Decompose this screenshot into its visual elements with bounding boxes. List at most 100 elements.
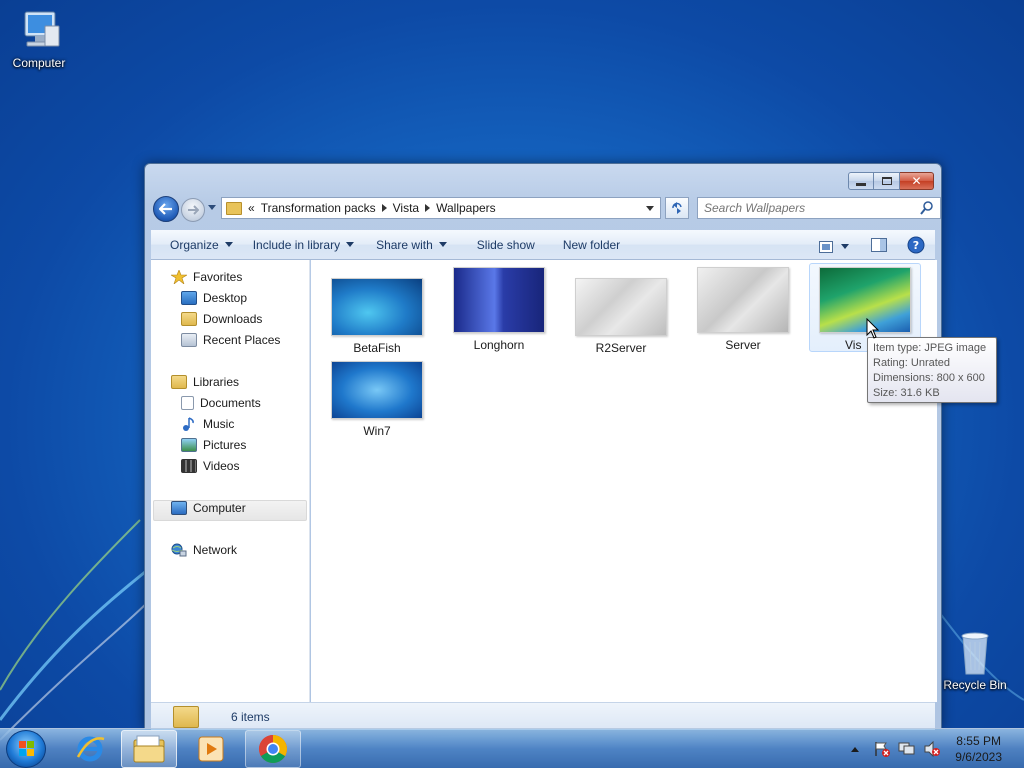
file-info-tooltip: Item type: JPEG image Rating: Unrated Di… [867, 337, 997, 403]
help-button[interactable]: ? [907, 236, 925, 257]
recycle-bin-icon [951, 630, 999, 676]
back-button[interactable] [153, 196, 179, 222]
change-view-button[interactable] [819, 240, 849, 253]
taskbar-internet-explorer[interactable] [62, 730, 118, 768]
maximize-button[interactable] [874, 172, 900, 190]
maximize-icon [881, 177, 892, 185]
chevron-down-icon [438, 242, 447, 247]
forward-button[interactable] [181, 198, 205, 222]
tooltip-item-type: Item type: JPEG image [873, 342, 987, 354]
breadcrumb-overflow[interactable]: « [248, 201, 255, 215]
search-box[interactable] [697, 197, 941, 219]
desktop-icon [181, 291, 197, 305]
status-bar: 6 items [151, 702, 935, 730]
taskbar-media-player[interactable] [183, 730, 239, 768]
nav-music[interactable]: Music [181, 417, 234, 431]
file-item-win7[interactable]: Win7 [321, 361, 433, 438]
search-icon[interactable] [920, 201, 934, 215]
network-status-icon[interactable] [897, 741, 917, 757]
new-folder-button[interactable]: New folder [554, 238, 629, 252]
tooltip-size: Size: 31.6 KB [873, 387, 940, 399]
system-clock[interactable]: 8:55 PM 9/6/2023 [955, 733, 1002, 765]
file-name: R2Server [595, 341, 647, 355]
close-button[interactable]: ✕ [900, 172, 934, 190]
breadcrumb-separator-icon[interactable] [381, 204, 387, 212]
desktop-icon-label: Recycle Bin [943, 678, 1007, 692]
caption-buttons: ✕ [848, 172, 934, 190]
nav-recent-places[interactable]: Recent Places [181, 333, 280, 347]
tooltip-rating: Rating: Unrated [873, 357, 951, 369]
view-icon [819, 240, 833, 253]
nav-computer-label: Computer [193, 501, 246, 515]
nav-network[interactable]: Network [171, 543, 237, 557]
desktop-icon-computer[interactable]: Computer [1, 8, 77, 70]
show-hidden-icons-button[interactable] [851, 746, 860, 752]
file-name: Server [725, 338, 761, 352]
recent-places-icon [181, 333, 197, 347]
nav-videos[interactable]: Videos [181, 459, 239, 473]
chevron-down-icon [346, 242, 355, 247]
refresh-button[interactable] [665, 197, 689, 219]
include-in-library-button[interactable]: Include in library [244, 238, 363, 252]
breadcrumb-separator-icon[interactable] [425, 204, 431, 212]
thumbnail-image [697, 267, 789, 333]
nav-favorites-label: Favorites [193, 270, 243, 284]
taskbar-chrome[interactable] [245, 730, 301, 768]
file-item-r2server[interactable]: R2Server [565, 278, 677, 355]
tooltip-dimensions: Dimensions: 800 x 600 [873, 372, 985, 384]
nav-desktop[interactable]: Desktop [181, 291, 247, 305]
slide-show-label: Slide show [476, 237, 535, 252]
nav-pictures[interactable]: Pictures [181, 438, 246, 452]
nav-computer[interactable]: Computer [171, 501, 246, 515]
item-count: 6 items [231, 709, 270, 724]
breadcrumb-transformation-packs[interactable]: Transformation packs [261, 201, 376, 215]
downloads-folder-icon [181, 312, 197, 326]
action-center-flag-icon[interactable] [873, 741, 891, 757]
taskbar: 8:55 PM 9/6/2023 [0, 728, 1024, 768]
breadcrumb-vista[interactable]: Vista [393, 201, 419, 215]
address-bar[interactable]: « Transformation packs Vista Wallpapers [221, 197, 661, 219]
mouse-cursor-icon [866, 318, 880, 339]
share-with-label: Share with [376, 237, 433, 252]
taskbar-windows-explorer[interactable] [121, 730, 177, 768]
breadcrumb-wallpapers[interactable]: Wallpapers [436, 201, 496, 215]
nav-documents[interactable]: Documents [181, 396, 261, 410]
nav-downloads[interactable]: Downloads [181, 312, 262, 326]
file-name: Win7 [363, 424, 391, 438]
media-player-icon [198, 736, 224, 762]
file-item-longhorn[interactable]: Longhorn [443, 267, 555, 352]
refresh-icon [672, 202, 682, 214]
minimize-button[interactable] [848, 172, 874, 190]
start-button[interactable] [6, 730, 46, 768]
navigation-bar: « Transformation packs Vista Wallpapers [151, 194, 941, 224]
share-with-button[interactable]: Share with [367, 238, 456, 252]
navigation-pane: Favorites Desktop Downloads Recent Place… [151, 260, 310, 702]
documents-icon [181, 396, 194, 410]
nav-libraries[interactable]: Libraries [171, 375, 239, 389]
file-item-server[interactable]: Server [687, 267, 799, 352]
computer-icon [171, 501, 187, 515]
thumbnail-image [331, 278, 423, 336]
search-input[interactable] [704, 201, 920, 215]
music-icon [183, 417, 194, 431]
volume-muted-icon[interactable] [923, 741, 941, 757]
internet-explorer-icon [76, 736, 105, 762]
file-item-betafish[interactable]: BetaFish [321, 278, 433, 355]
slide-show-button[interactable]: Slide show [468, 238, 544, 252]
star-icon [171, 270, 187, 284]
folder-icon [133, 735, 165, 763]
organize-button[interactable]: Organize [161, 238, 242, 252]
nav-libraries-label: Libraries [193, 375, 240, 389]
recent-pages-dropdown[interactable] [208, 205, 216, 210]
nav-downloads-label: Downloads [203, 312, 263, 326]
network-icon [171, 543, 187, 557]
nav-desktop-label: Desktop [203, 291, 248, 305]
thumbnail-image [575, 278, 667, 336]
address-dropdown-icon[interactable] [646, 206, 654, 211]
desktop-icon-recycle-bin[interactable]: Recycle Bin [937, 630, 1013, 692]
nav-documents-label: Documents [200, 396, 261, 410]
nav-favorites[interactable]: Favorites [171, 270, 242, 284]
preview-pane-button[interactable] [871, 238, 887, 255]
nav-music-label: Music [203, 417, 235, 431]
videos-icon [181, 459, 197, 473]
